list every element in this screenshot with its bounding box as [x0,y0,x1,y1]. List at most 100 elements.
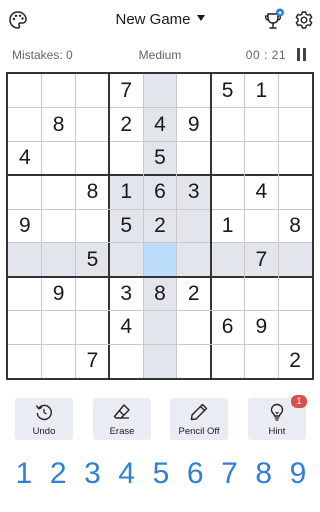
board-cell[interactable]: 1 [211,209,245,243]
trophy-icon[interactable] [263,8,285,32]
board-cell[interactable] [177,310,211,344]
board-cell[interactable] [210,242,245,277]
number-key-6[interactable]: 6 [180,454,210,494]
board-cell[interactable] [177,74,211,108]
number-key-8[interactable]: 8 [249,454,279,494]
board-cell[interactable]: 5 [75,242,110,277]
board-cell[interactable] [76,277,110,311]
board-cell[interactable] [143,74,177,108]
board-cell[interactable]: 8 [76,175,110,209]
number-key-4[interactable]: 4 [112,454,142,494]
board-cell[interactable] [278,242,312,277]
board-cell[interactable] [8,344,42,378]
board-cell[interactable]: 9 [177,108,211,142]
board-cell[interactable] [176,209,211,243]
number-key-1[interactable]: 1 [9,454,39,494]
board-cell[interactable] [76,209,110,243]
pencil-button[interactable]: Pencil Off [170,398,228,440]
board-cell[interactable] [211,344,245,378]
board-cell[interactable] [76,108,110,142]
board-cell[interactable]: 4 [109,310,143,344]
board-cell[interactable]: 6 [143,175,177,210]
board-cell[interactable] [8,175,42,209]
board-cell[interactable] [8,108,42,142]
board-cell[interactable]: 5 [211,74,245,108]
number-key-3[interactable]: 3 [78,454,108,494]
board-cell[interactable] [278,74,312,108]
board-cell[interactable] [278,142,312,176]
board-cell[interactable]: 9 [42,277,76,311]
board-cell[interactable] [244,344,278,378]
board-cell[interactable] [244,277,278,311]
number-key-2[interactable]: 2 [43,454,73,494]
board-cell[interactable] [76,74,110,108]
board-cell[interactable]: 8 [143,276,177,311]
board-cell[interactable] [42,209,76,243]
board-cell[interactable] [244,209,278,243]
grid-line [243,74,245,378]
board-cell[interactable] [211,277,245,311]
board-cell[interactable] [278,277,312,311]
board-cell[interactable] [211,175,245,209]
number-key-7[interactable]: 7 [215,454,245,494]
board-cell[interactable] [143,310,177,345]
board-cell[interactable]: 2 [109,108,143,142]
board-cell[interactable] [42,142,76,176]
board-cell[interactable]: 4 [143,107,177,142]
board-cell[interactable] [211,142,245,176]
board-cell[interactable] [8,242,42,277]
board-cell[interactable] [42,310,76,344]
board-cell[interactable] [76,142,110,176]
board-cell[interactable] [42,74,76,108]
undo-icon [34,402,54,422]
board-cell[interactable] [8,310,42,344]
board-cell[interactable]: 8 [42,108,76,142]
board-cell[interactable] [143,242,177,277]
erase-button[interactable]: Erase [93,398,151,440]
number-key-9[interactable]: 9 [283,454,313,494]
board-cell[interactable]: 5 [109,209,144,243]
board-cell[interactable]: 5 [143,141,177,176]
gear-icon[interactable] [294,10,314,30]
board-cell[interactable] [109,142,143,176]
board-cell[interactable]: 9 [244,310,278,344]
board-cell[interactable]: 9 [8,209,42,243]
board-cell[interactable]: 7 [244,242,279,277]
board-cell[interactable]: 7 [109,74,143,108]
board-cell[interactable]: 4 [244,175,278,209]
board-cell[interactable]: 6 [211,310,245,344]
board-cell[interactable] [143,344,177,378]
board-cell[interactable] [244,108,278,142]
number-key-5[interactable]: 5 [146,454,176,494]
game-timer: 00 : 21 [245,48,286,62]
board-cell[interactable] [278,108,312,142]
pause-icon[interactable] [295,48,309,62]
board-cell[interactable] [177,344,211,378]
board-cell[interactable]: 1 [244,74,278,108]
board-cell[interactable] [42,175,76,209]
board-cell[interactable]: 1 [109,175,144,210]
board-cell[interactable] [244,142,278,176]
board-cell[interactable] [109,344,143,378]
board-cell[interactable]: 3 [176,175,211,210]
undo-button[interactable]: Undo [15,398,73,440]
board-cell[interactable]: 2 [278,344,312,378]
board-cell[interactable] [177,142,211,176]
board-cell[interactable] [278,310,312,344]
board-cell[interactable] [8,277,42,311]
board-cell[interactable]: 4 [8,142,42,176]
board-cell[interactable] [76,310,110,344]
board-cell[interactable] [211,108,245,142]
board-cell[interactable]: 3 [109,277,143,311]
board-cell[interactable]: 2 [143,209,177,243]
board-cell[interactable] [42,344,76,378]
board-cell[interactable] [41,242,76,277]
board-cell[interactable]: 2 [177,277,211,311]
board-cell[interactable]: 8 [278,209,312,243]
board-cell[interactable] [278,175,312,209]
board-cell[interactable]: 7 [76,344,110,378]
board-cell[interactable] [176,242,211,277]
board-cell[interactable] [109,242,144,277]
board-cell[interactable] [8,74,42,108]
lightbulb-icon [267,402,287,422]
